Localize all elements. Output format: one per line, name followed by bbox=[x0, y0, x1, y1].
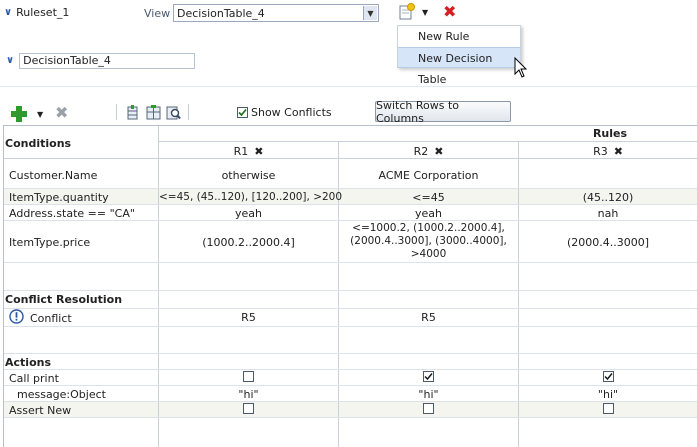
rule-name: R3 bbox=[593, 145, 608, 158]
chevron-down-icon[interactable]: ▼ bbox=[363, 6, 377, 20]
band bbox=[4, 401, 697, 417]
row-divider bbox=[4, 158, 697, 159]
conflict-cell[interactable]: R5 bbox=[339, 311, 518, 324]
row-divider bbox=[4, 401, 697, 402]
rules-header: Rules bbox=[592, 127, 628, 140]
action-param-cell[interactable]: "hi" bbox=[339, 388, 518, 401]
row-divider bbox=[4, 417, 697, 418]
delete-icon[interactable]: ✖ bbox=[443, 4, 456, 20]
condition-label[interactable]: ItemType.price bbox=[9, 236, 90, 249]
condition-label[interactable]: ItemType.quantity bbox=[9, 191, 109, 204]
actions-header: Actions bbox=[5, 356, 51, 369]
switch-rows-columns-button[interactable]: Switch Rows to Columns bbox=[375, 99, 511, 125]
condition-cell[interactable]: (45..120) bbox=[519, 191, 697, 204]
add-dropdown-icon[interactable]: ▼ bbox=[37, 110, 43, 119]
row-divider bbox=[4, 262, 697, 263]
condition-cell[interactable]: (2000.4..3000] bbox=[519, 236, 697, 249]
conditions-header: Conditions bbox=[5, 137, 72, 150]
condition-line: (2000.4..3000], (3000..4000], bbox=[350, 235, 507, 247]
rule-column-header-r1[interactable]: R1 ✖ bbox=[159, 145, 338, 158]
action-param-cell[interactable]: "hi" bbox=[519, 388, 697, 401]
new-menu: New Rule New Decision Table bbox=[397, 25, 521, 86]
rule-column-header-r3[interactable]: R3 ✖ bbox=[519, 145, 697, 158]
chevron-double-down-icon[interactable]: ∨ bbox=[4, 7, 12, 18]
ruleset-label: Ruleset_1 bbox=[16, 6, 70, 19]
condition-cell[interactable]: otherwise bbox=[159, 169, 338, 182]
row-divider bbox=[4, 188, 697, 189]
close-icon[interactable]: ✖ bbox=[254, 145, 263, 158]
view-label: View bbox=[144, 7, 171, 20]
delete-disabled-icon: ✖ bbox=[55, 103, 69, 122]
decision-table-name-field[interactable]: DecisionTable_4 bbox=[19, 53, 196, 69]
action-param-cell[interactable]: "hi" bbox=[159, 388, 338, 401]
insert-column-icon[interactable] bbox=[125, 105, 140, 120]
add-icon[interactable] bbox=[10, 105, 28, 126]
find-icon[interactable] bbox=[166, 105, 181, 120]
row-divider bbox=[4, 290, 697, 291]
divider bbox=[0, 86, 697, 87]
condition-cell[interactable]: nah bbox=[519, 207, 697, 220]
row-divider bbox=[4, 353, 697, 354]
new-rule-icon[interactable] bbox=[398, 3, 416, 21]
condition-cell-multiline[interactable]: <=1000.2, (1000.2..2000.4], (2000.4..300… bbox=[339, 222, 518, 261]
call-print-checkbox-r3[interactable] bbox=[603, 371, 614, 382]
show-conflicts-checkbox[interactable] bbox=[237, 107, 248, 118]
cursor-icon bbox=[514, 56, 528, 82]
rule-name: R1 bbox=[233, 145, 249, 158]
conflict-info-icon bbox=[9, 309, 24, 327]
condition-line: >4000 bbox=[410, 248, 447, 260]
conflict-label: Conflict bbox=[30, 311, 72, 325]
condition-cell[interactable]: (1000.2..2000.4] bbox=[159, 236, 338, 249]
row-divider bbox=[4, 385, 697, 386]
row-divider bbox=[4, 326, 697, 327]
rule-column-header-r2[interactable]: R2 ✖ bbox=[339, 145, 518, 158]
chevron-double-down-icon[interactable]: ∨ bbox=[6, 56, 14, 66]
rule-name: R2 bbox=[413, 145, 429, 158]
call-print-checkbox-r1[interactable] bbox=[243, 371, 254, 382]
ruleset-header[interactable]: ∨ Ruleset_1 bbox=[4, 6, 69, 19]
conflict-row-label: Conflict bbox=[9, 309, 72, 327]
condition-label[interactable]: Address.state == "CA" bbox=[9, 207, 135, 220]
condition-cell[interactable]: yeah bbox=[339, 207, 518, 220]
close-icon[interactable]: ✖ bbox=[614, 145, 623, 158]
row-divider bbox=[4, 369, 697, 370]
show-conflicts-label: Show Conflicts bbox=[251, 106, 332, 119]
condition-label[interactable]: Customer.Name bbox=[9, 169, 97, 182]
action-label[interactable]: Call print bbox=[9, 372, 59, 385]
assert-new-checkbox-r2[interactable] bbox=[423, 403, 434, 414]
row-divider bbox=[158, 141, 697, 142]
decision-table-name-row: ∨ DecisionTable_4 bbox=[6, 53, 196, 69]
action-label[interactable]: Assert New bbox=[9, 404, 71, 417]
condition-cell[interactable]: <=45, (45..120), [120..200], >200 bbox=[159, 191, 342, 203]
conflict-resolution-header: Conflict Resolution bbox=[5, 293, 123, 306]
view-select-value: DecisionTable_4 bbox=[177, 6, 265, 20]
row-divider bbox=[4, 220, 697, 221]
assert-new-checkbox-r1[interactable] bbox=[243, 403, 254, 414]
condition-cell[interactable]: <=45 bbox=[339, 191, 518, 204]
close-icon[interactable]: ✖ bbox=[434, 145, 443, 158]
menu-item-new-rule[interactable]: New Rule bbox=[398, 26, 520, 47]
toolbar-separator bbox=[116, 104, 117, 120]
row-divider bbox=[4, 204, 697, 205]
row-divider bbox=[4, 308, 697, 309]
action-param-label[interactable]: message:Object bbox=[17, 388, 106, 401]
show-conflicts-toggle[interactable]: Show Conflicts bbox=[237, 106, 332, 119]
view-select[interactable]: DecisionTable_4 ▼ bbox=[173, 4, 379, 22]
split-column-icon[interactable] bbox=[146, 105, 161, 120]
assert-new-checkbox-r3[interactable] bbox=[603, 403, 614, 414]
menu-item-new-decision-table[interactable]: New Decision Table bbox=[398, 47, 520, 86]
condition-cell[interactable]: yeah bbox=[159, 207, 338, 220]
condition-cell[interactable]: ACME Corporation bbox=[339, 169, 518, 182]
condition-line: <=1000.2, (1000.2..2000.4], bbox=[352, 222, 505, 234]
call-print-checkbox-r2[interactable] bbox=[423, 371, 434, 382]
new-rule-dropdown-icon[interactable]: ▼ bbox=[422, 8, 428, 17]
conflict-cell[interactable]: R5 bbox=[159, 311, 338, 324]
toolbar-separator bbox=[188, 104, 189, 120]
